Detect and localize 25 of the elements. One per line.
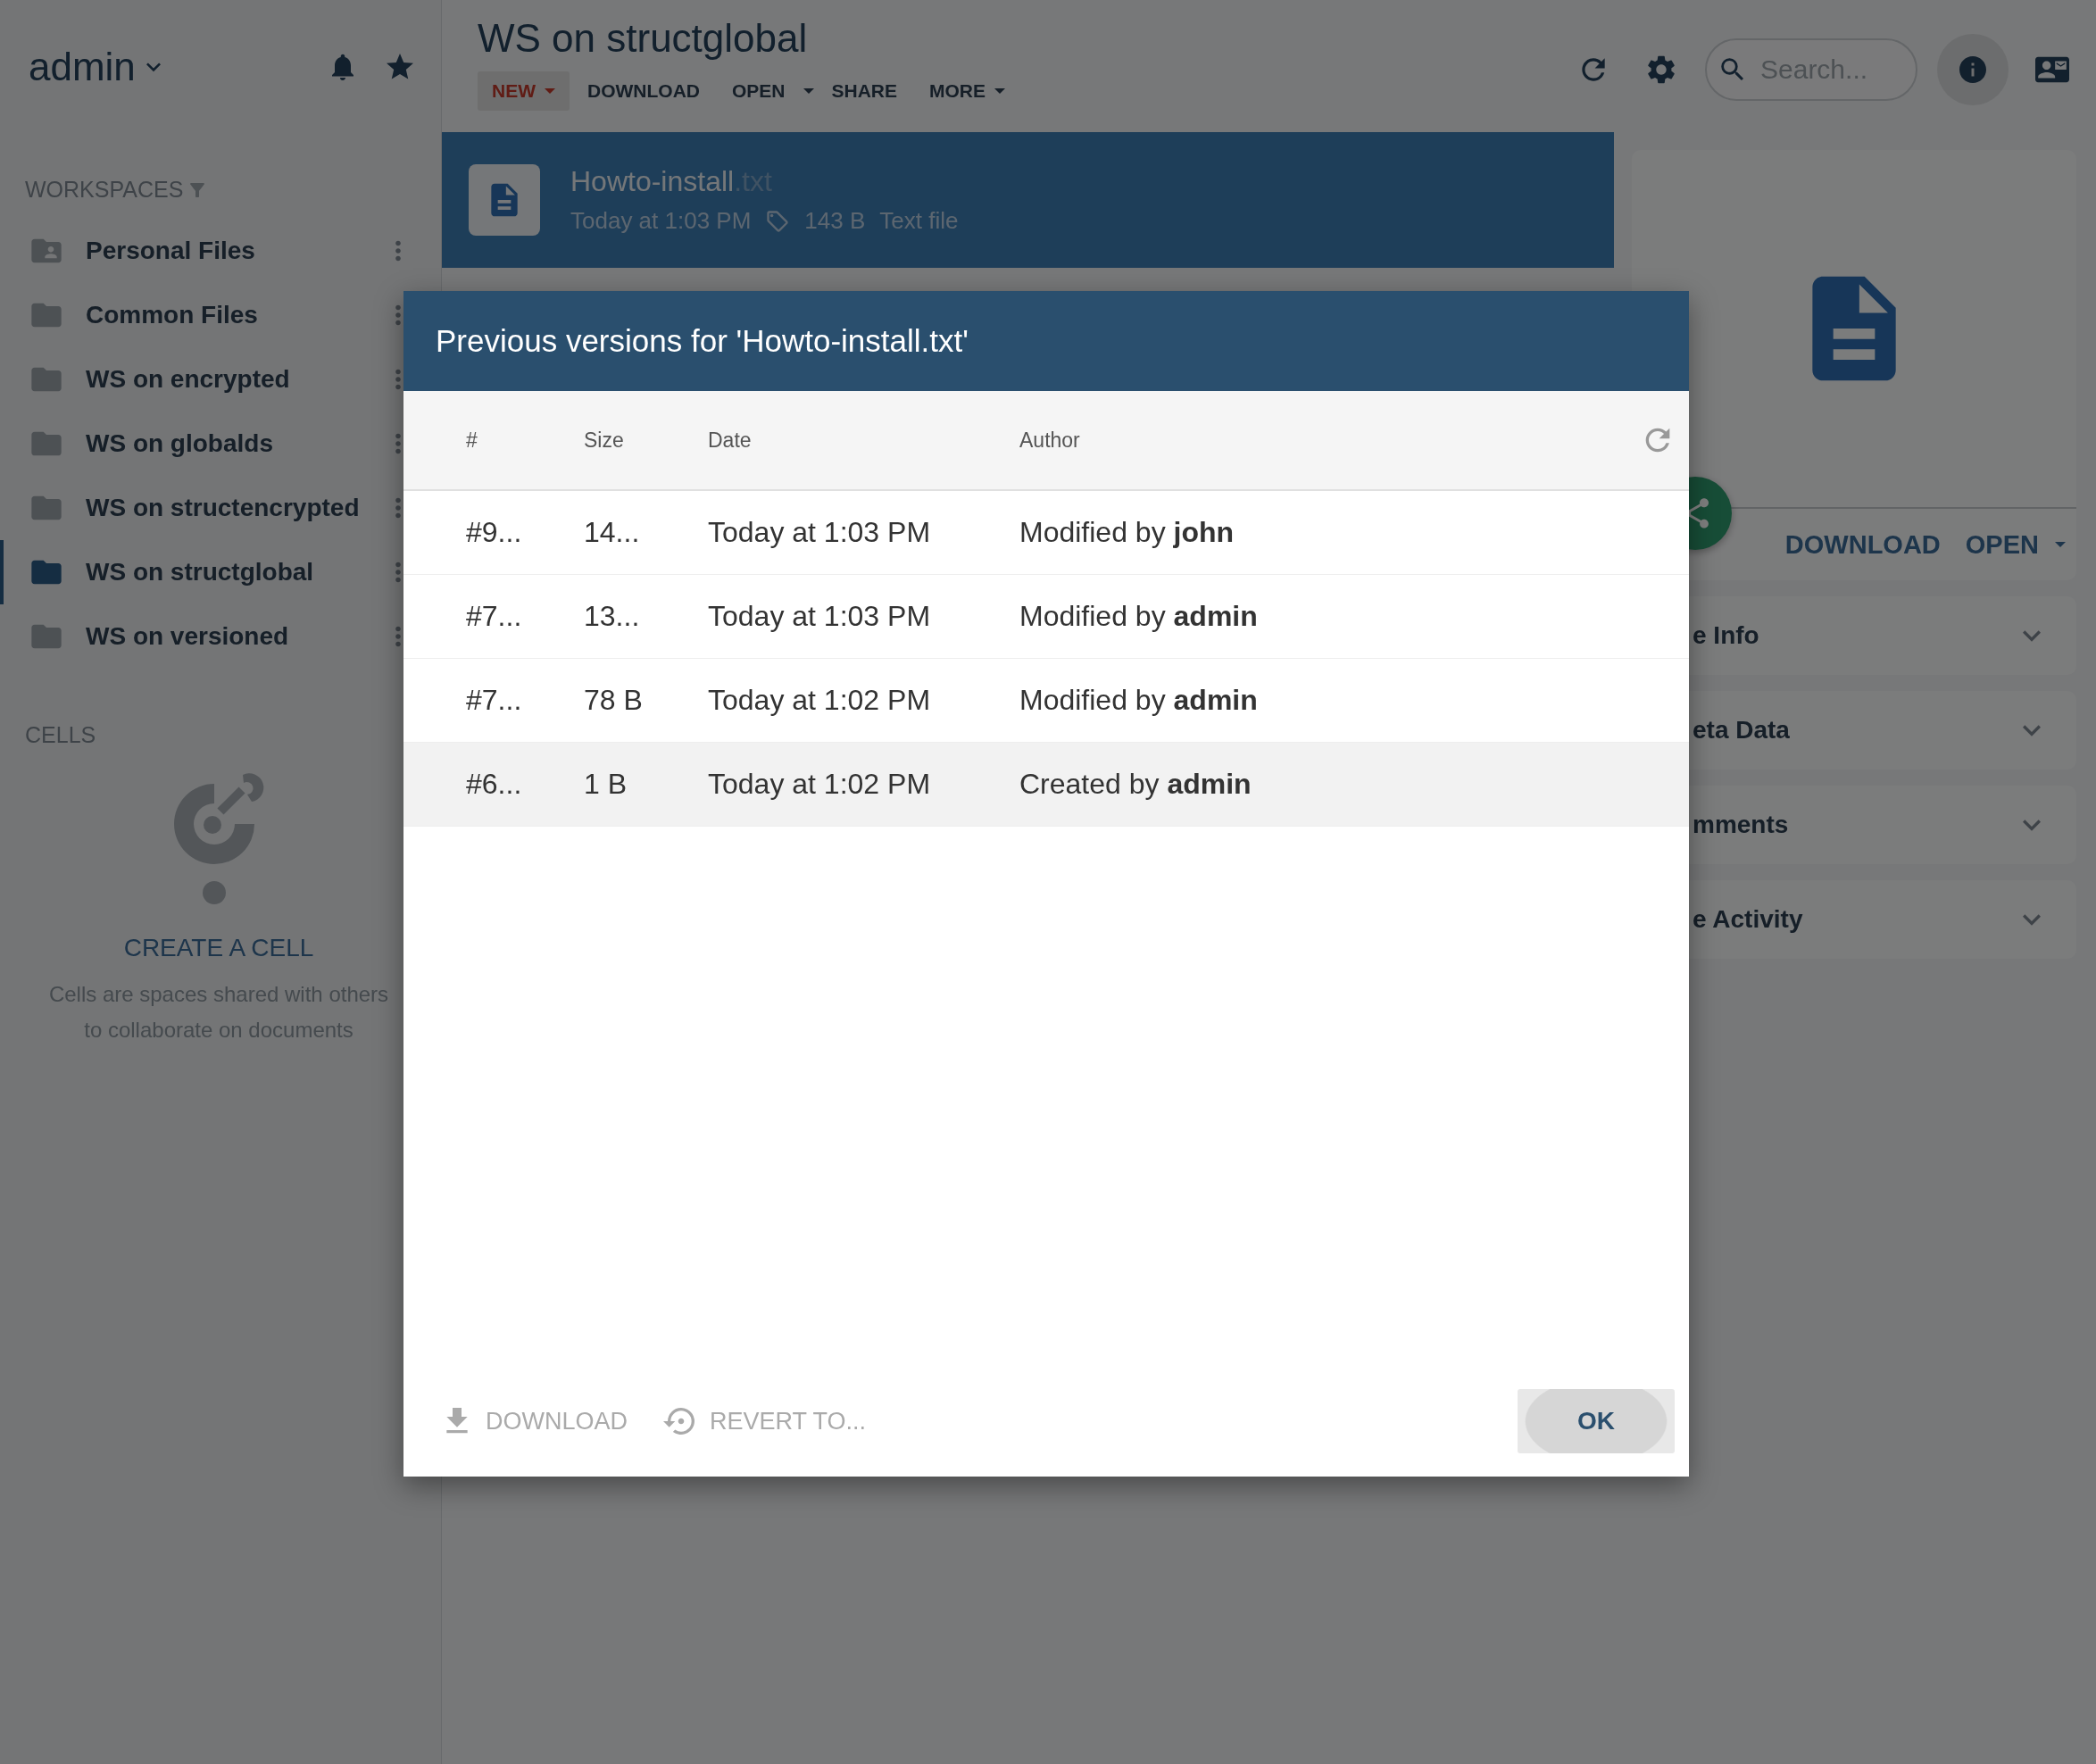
table-cell-text: Modified by admin — [1019, 684, 1259, 717]
table-cell-text: #7... — [466, 600, 523, 633]
table-cell-text: Today at 1:02 PM — [708, 768, 932, 801]
table-cell-text: #9... — [466, 516, 523, 549]
table-cell-text: Created by admin — [1019, 768, 1252, 801]
column-header: # — [466, 428, 478, 453]
table-cell-text: Modified by john — [1019, 516, 1235, 549]
workspace-title: WS on structglobal — [478, 16, 809, 61]
file-type: Text file — [879, 207, 959, 235]
dialog-title: Previous versions for 'Howto-install.txt' — [436, 323, 969, 359]
table-cell-text: Today at 1:02 PM — [708, 684, 932, 717]
file-size: 143 B — [804, 207, 866, 235]
table-cell-text: 13... — [584, 600, 641, 633]
table-cell-text: #6... — [466, 768, 523, 801]
table-cell-text: 14... — [584, 516, 641, 549]
table-cell-text: Modified by admin — [1019, 600, 1259, 633]
table-cell-text: 1 B — [584, 768, 628, 801]
table-cell-text: 78 B — [584, 684, 644, 717]
column-header: Author — [1019, 428, 1081, 453]
column-header: Size — [584, 428, 625, 453]
column-header: Date — [708, 428, 753, 453]
file-date: Today at 1:03 PM — [570, 207, 752, 235]
table-cell-text: #7... — [466, 684, 523, 717]
table-cell-text: Today at 1:03 PM — [708, 600, 932, 633]
table-cell-text: Today at 1:03 PM — [708, 516, 932, 549]
